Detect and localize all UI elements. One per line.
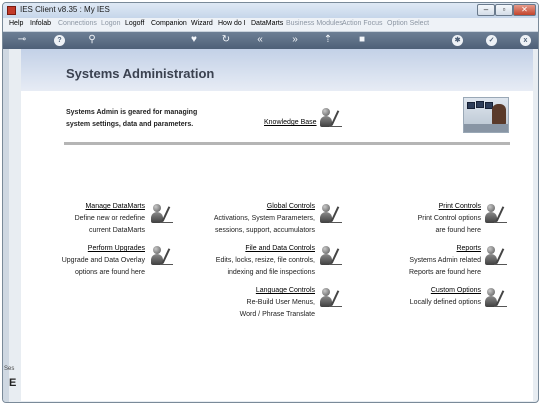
global-controls-desc: Activations, System Parameters, sessions…: [214, 213, 315, 237]
custom-options-line-1: Locally defined options: [409, 299, 481, 306]
reports-person-icon[interactable]: [485, 246, 507, 266]
manage-datamarts-desc: Define new or redefine current DataMarts: [75, 213, 145, 237]
menu-logon[interactable]: Logon: [101, 20, 120, 27]
manage-datamarts-person-icon[interactable]: [151, 204, 173, 224]
language-controls-desc: Re-Build User Menus, Word / Phrase Trans…: [240, 297, 315, 321]
close-window-button[interactable]: ✕: [513, 4, 536, 16]
reports-line-2: Reports are found here: [409, 269, 481, 276]
file-data-controls-person-icon[interactable]: [320, 246, 342, 266]
custom-options-desc: Locally defined options: [410, 297, 481, 309]
settings-icon[interactable]: ✱: [452, 35, 463, 46]
manage-datamarts-line-2: current DataMarts: [88, 227, 145, 234]
knowledge-base-link[interactable]: Knowledge Base: [264, 119, 317, 126]
menu-datamarts[interactable]: DataMarts: [251, 20, 283, 27]
maximize-button[interactable]: ▫: [495, 4, 513, 16]
reports-line-1: Systems Admin related: [409, 257, 481, 264]
reports-desc: Systems Admin related Reports are found …: [409, 255, 481, 279]
reports-link[interactable]: Reports: [456, 245, 481, 252]
office-photo: [463, 97, 509, 133]
menu-connections[interactable]: Connections: [58, 20, 97, 27]
global-controls-line-2: sessions, support, accumulators: [215, 227, 315, 234]
perform-upgrades-desc: Upgrade and Data Overlay options are fou…: [62, 255, 145, 279]
search-icon[interactable]: ⚲: [85, 34, 99, 46]
menu-companion[interactable]: Companion: [151, 20, 187, 27]
global-controls-link[interactable]: Global Controls: [267, 203, 315, 210]
ok-icon[interactable]: ✓: [486, 35, 497, 46]
print-controls-desc: Print Control options are found here: [418, 213, 481, 237]
menu-help[interactable]: Help: [9, 20, 23, 27]
intro-text: Systems Admin is geared for managing sys…: [66, 107, 197, 131]
file-data-controls-line-1: Edits, locks, resize, file controls,: [215, 257, 315, 264]
key-icon[interactable]: ⊸: [11, 34, 33, 46]
print-controls-line-2: are found here: [435, 227, 481, 234]
app-window: IES Client v8.35 : My IES – ▫ ✕ Help Inf…: [2, 2, 539, 403]
global-controls-person-icon[interactable]: [320, 204, 342, 224]
title-bar: IES Client v8.35 : My IES – ▫ ✕: [3, 3, 538, 18]
manage-datamarts-link[interactable]: Manage DataMarts: [85, 203, 145, 210]
menu-how-do-i[interactable]: How do I: [218, 20, 246, 27]
section-divider: [64, 142, 510, 145]
manage-datamarts-line-1: Define new or redefine: [74, 215, 145, 222]
app-logo-icon: [7, 6, 16, 15]
print-controls-line-1: Print Control options: [417, 215, 481, 222]
print-controls-link[interactable]: Print Controls: [439, 203, 481, 210]
heart-icon[interactable]: ♥: [187, 34, 201, 46]
menu-logoff[interactable]: Logoff: [125, 20, 144, 27]
global-controls-line-1: Activations, System Parameters,: [213, 215, 315, 222]
minimize-button[interactable]: –: [477, 4, 495, 16]
knowledge-base-person-icon[interactable]: [320, 108, 342, 128]
file-data-controls-desc: Edits, locks, resize, file controls, ind…: [216, 255, 315, 279]
page-title: Systems Administration: [66, 66, 215, 81]
language-controls-link[interactable]: Language Controls: [256, 287, 315, 294]
perform-upgrades-line-2: options are found here: [74, 269, 145, 276]
menu-option-select[interactable]: Option Select: [387, 20, 429, 27]
print-controls-person-icon[interactable]: [485, 204, 507, 224]
language-controls-line-1: Re-Build User Menus,: [246, 299, 315, 306]
toolbar: ⊸ ? ⚲ ♥ ↻ « » ⇡ ■ ✱ ✓ x: [3, 32, 538, 49]
help-icon[interactable]: ?: [54, 35, 65, 46]
main-content: Systems Administration Systems Admin is …: [21, 49, 533, 401]
close-icon[interactable]: x: [520, 35, 531, 46]
menu-infolab[interactable]: Infolab: [30, 20, 51, 27]
language-controls-person-icon[interactable]: [320, 288, 342, 308]
perform-upgrades-line-1: Upgrade and Data Overlay: [61, 257, 145, 264]
refresh-icon[interactable]: ↻: [219, 34, 233, 46]
stop-icon[interactable]: ■: [355, 34, 369, 46]
fast-forward-icon[interactable]: »: [288, 34, 302, 46]
menu-action-focus[interactable]: Action Focus: [342, 20, 382, 27]
intro-line-2: system settings, data and parameters.: [66, 121, 194, 128]
file-data-controls-line-2: indexing and file inspections: [227, 269, 315, 276]
custom-options-link[interactable]: Custom Options: [431, 287, 481, 294]
rewind-icon[interactable]: «: [253, 34, 267, 46]
side-hint: Ses: [4, 366, 15, 372]
menu-bar: Help Infolab Connections Logon Logoff Co…: [3, 18, 538, 32]
menu-business-modules[interactable]: Business Modules: [286, 20, 343, 27]
side-letter: E: [9, 377, 17, 389]
upload-icon[interactable]: ⇡: [321, 34, 335, 46]
window-title: IES Client v8.35 : My IES: [20, 5, 110, 14]
intro-line-1: Systems Admin is geared for managing: [66, 109, 198, 116]
language-controls-line-2: Word / Phrase Translate: [239, 311, 315, 318]
menu-wizard[interactable]: Wizard: [191, 20, 213, 27]
custom-options-person-icon[interactable]: [485, 288, 507, 308]
perform-upgrades-person-icon[interactable]: [151, 246, 173, 266]
header-banner: Systems Administration: [21, 49, 533, 91]
perform-upgrades-link[interactable]: Perform Upgrades: [88, 245, 145, 252]
side-strip: [3, 49, 9, 402]
file-data-controls-link[interactable]: File and Data Controls: [245, 245, 315, 252]
